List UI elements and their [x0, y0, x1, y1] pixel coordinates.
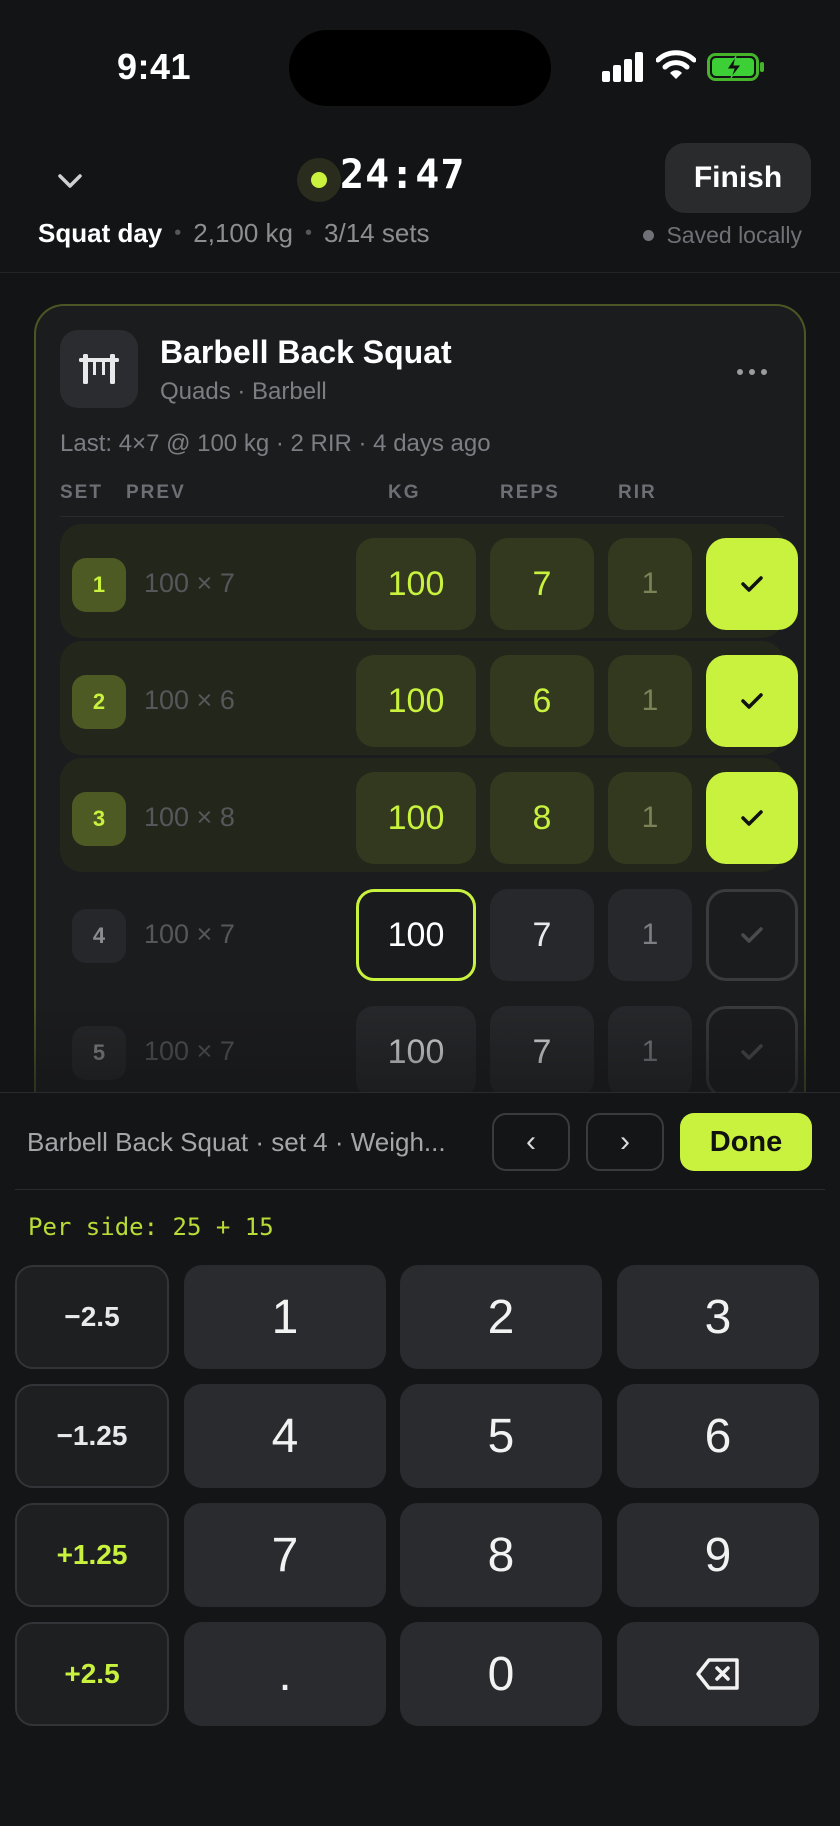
key-decimal[interactable]: .	[184, 1622, 386, 1726]
complete-set-checkbox[interactable]	[706, 1006, 798, 1098]
column-header-prev: PREV	[126, 482, 186, 503]
key-8[interactable]: 8	[400, 1503, 602, 1607]
previous-value: 100 × 7	[144, 919, 235, 949]
weight-input[interactable]: 100	[356, 538, 476, 630]
barbell-icon	[60, 330, 138, 408]
weight-input[interactable]: 100	[356, 772, 476, 864]
weight-input[interactable]: 100	[356, 1006, 476, 1098]
cellular-signal-icon	[602, 52, 644, 82]
workout-timer: 24:47	[340, 152, 466, 198]
column-header-kg: KG	[388, 482, 421, 503]
workout-title: Squat day	[38, 218, 163, 248]
check-icon	[741, 810, 763, 826]
column-header-reps: REPS	[500, 482, 560, 503]
key-2[interactable]: 2	[400, 1265, 602, 1369]
save-status-label: Saved locally	[666, 222, 802, 248]
rir-input[interactable]: 1	[608, 772, 692, 864]
key-4[interactable]: 4	[184, 1384, 386, 1488]
reps-input[interactable]: 6	[490, 655, 594, 747]
complete-set-checkbox[interactable]	[706, 538, 798, 630]
previous-value: 100 × 6	[144, 685, 235, 715]
exercise-meta: Quads · Barbell	[160, 378, 327, 405]
next-field-button[interactable]: ›	[586, 1113, 664, 1171]
key-0[interactable]: 0	[400, 1622, 602, 1726]
check-icon	[741, 576, 763, 592]
save-status-dot-icon	[643, 230, 655, 241]
column-header-set: SET	[60, 482, 103, 503]
per-side-plates: Per side: 25 + 15	[28, 1213, 274, 1241]
rir-input[interactable]: 1	[608, 889, 692, 981]
rir-input[interactable]: 1	[608, 538, 692, 630]
dynamic-island	[289, 30, 551, 106]
step-plus-1-25-button[interactable]: +1.25	[15, 1503, 169, 1607]
exercise-name: Barbell Back Squat	[160, 334, 452, 370]
separator-dot: •	[174, 222, 182, 244]
last-session: Last: 4×7 @ 100 kg · 2 RIR · 4 days ago	[60, 430, 491, 457]
keypad-divider	[15, 1189, 825, 1190]
recording-dot-icon	[311, 172, 327, 188]
reps-input[interactable]: 8	[490, 772, 594, 864]
wifi-icon	[656, 50, 696, 79]
rir-input[interactable]: 1	[608, 1006, 692, 1098]
set-row: 5 100 × 7 100 7 1	[60, 992, 798, 1106]
set-number: 4	[72, 909, 126, 963]
complete-set-checkbox[interactable]	[706, 889, 798, 981]
set-row: 2 100 × 6 100 6 1	[60, 641, 798, 755]
column-divider	[60, 516, 784, 517]
more-options-icon[interactable]	[728, 354, 776, 390]
finish-button[interactable]: Finish	[665, 143, 811, 213]
clock: 9:41	[117, 46, 192, 87]
previous-value: 100 × 7	[144, 568, 235, 598]
key-3[interactable]: 3	[617, 1265, 819, 1369]
key-5[interactable]: 5	[400, 1384, 602, 1488]
weight-input[interactable]: 100	[356, 655, 476, 747]
exercise-card: Barbell Back Squat Quads · Barbell Last:…	[34, 304, 806, 1124]
step-minus-1-25-button[interactable]: −1.25	[15, 1384, 169, 1488]
complete-set-checkbox[interactable]	[706, 655, 798, 747]
check-icon	[741, 927, 763, 943]
rir-input[interactable]: 1	[608, 655, 692, 747]
set-number: 3	[72, 792, 126, 846]
column-header-rir: RIR	[618, 482, 657, 503]
key-6[interactable]: 6	[617, 1384, 819, 1488]
set-row: 3 100 × 8 100 8 1	[60, 758, 798, 872]
done-button[interactable]: Done	[680, 1113, 812, 1171]
reps-input[interactable]: 7	[490, 889, 594, 981]
previous-value: 100 × 8	[144, 802, 235, 832]
status-bar: 9:41	[0, 0, 840, 120]
step-minus-2-5-button[interactable]: −2.5	[15, 1265, 169, 1369]
step-plus-2-5-button[interactable]: +2.5	[15, 1622, 169, 1726]
previous-value: 100 × 7	[144, 1036, 235, 1066]
key-1[interactable]: 1	[184, 1265, 386, 1369]
key-7[interactable]: 7	[184, 1503, 386, 1607]
set-row: 4 100 × 7 100 7 1	[60, 875, 798, 989]
save-status: Saved locally	[643, 222, 802, 249]
set-number: 2	[72, 675, 126, 729]
set-row: 1 100 × 7 100 7 1	[60, 524, 798, 638]
previous-field-button[interactable]: ‹	[492, 1113, 570, 1171]
check-icon	[741, 1044, 763, 1060]
header-divider	[0, 272, 840, 273]
separator-dot: •	[305, 222, 313, 244]
backspace-key[interactable]	[617, 1622, 819, 1726]
set-number: 5	[72, 1026, 126, 1080]
sets-progress: 3/14 sets	[324, 218, 430, 248]
reps-input[interactable]: 7	[490, 538, 594, 630]
complete-set-checkbox[interactable]	[706, 772, 798, 864]
workout-summary: Squat day • 2,100 kg • 3/14 sets	[38, 218, 430, 249]
backspace-icon	[696, 1658, 739, 1690]
total-volume: 2,100 kg	[193, 218, 294, 248]
reps-input[interactable]: 7	[490, 1006, 594, 1098]
check-icon	[741, 693, 763, 709]
keypad-context-label: Barbell Back Squat · set 4 · Weigh...	[27, 1127, 446, 1157]
numeric-keypad-panel: Barbell Back Squat · set 4 · Weigh... ‹ …	[0, 1092, 840, 1826]
weight-input[interactable]: 100	[356, 889, 476, 981]
key-9[interactable]: 9	[617, 1503, 819, 1607]
battery-charging-icon	[707, 53, 764, 81]
set-number: 1	[72, 558, 126, 612]
collapse-chevron-icon[interactable]	[52, 163, 88, 199]
